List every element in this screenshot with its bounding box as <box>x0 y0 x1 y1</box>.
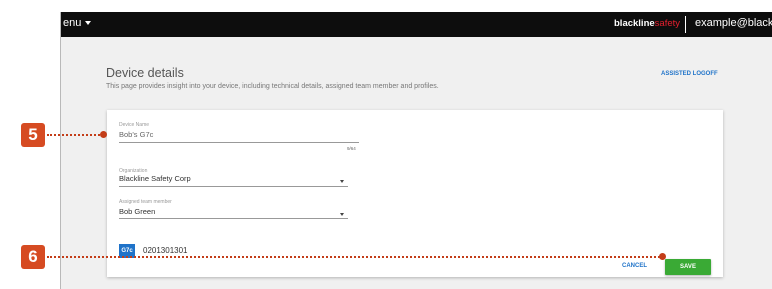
page-title: Device details <box>106 66 184 80</box>
organization-select[interactable]: Blackline Safety Corp <box>119 174 191 183</box>
brand-logo-secondary: safety <box>654 18 681 29</box>
callout-badge-5: 5 <box>21 123 45 147</box>
user-account-menu[interactable]: example@blacklin <box>695 17 772 29</box>
caret-down-icon <box>85 21 92 26</box>
menu-label: enu <box>63 17 82 29</box>
brand-logo-primary: blackline <box>614 18 655 29</box>
screenshot-stage: enu blacklinesafety example@blacklin Dev… <box>0 0 772 289</box>
device-details-card: Device Name Bob's G7c 9/64 Organization … <box>107 110 723 277</box>
organization-underline <box>119 186 348 187</box>
callout-line-5 <box>47 134 103 136</box>
top-navigation-bar: enu blacklinesafety example@blacklin <box>61 12 772 37</box>
callout-line-6 <box>47 256 663 258</box>
chevron-down-icon[interactable] <box>340 213 344 216</box>
app-window: enu blacklinesafety example@blacklin Dev… <box>60 12 772 289</box>
character-counter: 9/64 <box>347 146 356 151</box>
page-description: This page provides insight into your dev… <box>106 83 439 90</box>
assisted-logoff-link[interactable]: ASSISTED LOGOFF <box>661 71 718 77</box>
callout-badge-6: 6 <box>21 245 45 269</box>
topbar-divider <box>685 16 686 33</box>
device-serial-number: 0201301301 <box>143 246 188 255</box>
device-name-label: Device Name <box>119 122 150 128</box>
chevron-down-icon[interactable] <box>340 180 344 183</box>
device-name-underline <box>119 142 359 143</box>
device-name-input[interactable]: Bob's G7c <box>119 130 153 139</box>
assigned-team-member-select[interactable]: Bob Green <box>119 207 155 216</box>
assigned-team-member-underline <box>119 218 348 219</box>
menu-button[interactable]: enu <box>63 17 92 29</box>
callout-dot-5 <box>100 131 107 138</box>
callout-dot-6 <box>659 253 666 260</box>
cancel-button[interactable]: CANCEL <box>622 263 647 269</box>
assigned-team-member-label: Assigned team member <box>119 199 172 205</box>
save-button[interactable]: SAVE <box>665 259 711 275</box>
brand-logo: blacklinesafety <box>614 18 680 29</box>
